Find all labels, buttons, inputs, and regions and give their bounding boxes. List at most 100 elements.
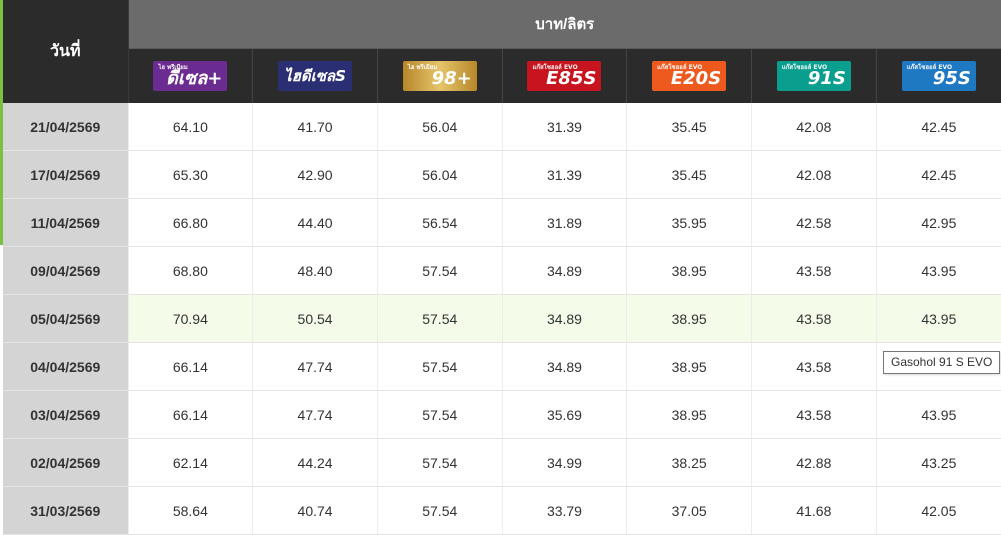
price-cell[interactable]: 42.08 bbox=[751, 150, 877, 199]
hi-premium-diesel-plus-logo-icon: ไฮ พรีเมียม ดีเซล+ bbox=[153, 61, 228, 91]
price-cell[interactable]: 38.25 bbox=[626, 438, 752, 487]
price-cell[interactable]: 33.79 bbox=[501, 486, 627, 535]
badge-big-text: 91S bbox=[807, 68, 846, 89]
price-cell[interactable]: 41.68 bbox=[751, 486, 877, 535]
price-cell[interactable]: 42.88 bbox=[751, 438, 877, 487]
badge-big-text: ดีเซล+ bbox=[166, 68, 223, 89]
price-cell[interactable]: 31.39 bbox=[501, 103, 627, 151]
price-cell[interactable]: 57.54 bbox=[376, 390, 503, 439]
price-cell[interactable]: 43.25 bbox=[875, 438, 1001, 487]
price-cell[interactable]: 57.54 bbox=[376, 294, 503, 343]
table-row: 11/04/2569 66.80 44.40 56.54 31.89 35.95 42.58… bbox=[3, 198, 1001, 247]
price-cell[interactable]: 35.45 bbox=[626, 150, 752, 199]
product-header-4: แก๊สโซฮอล์ EVO E20S bbox=[626, 48, 752, 103]
price-cell[interactable]: 34.99 bbox=[501, 438, 627, 487]
price-cell[interactable]: 50.54 bbox=[252, 294, 378, 343]
price-cell[interactable]: 42.58 bbox=[751, 198, 877, 247]
price-cell[interactable]: 56.04 bbox=[376, 150, 503, 199]
price-cell[interactable]: 35.69 bbox=[501, 390, 627, 439]
price-cell[interactable]: 57.54 bbox=[376, 486, 503, 535]
price-cell[interactable]: 43.95 bbox=[875, 246, 1001, 295]
price-cell[interactable]: 47.74 bbox=[252, 390, 378, 439]
gasohol-95-s-evo-logo-icon: แก๊สโซฮอล์ EVO 95S bbox=[901, 61, 976, 91]
price-cell[interactable]: 42.08 bbox=[751, 103, 877, 151]
product-header-6: แก๊สโซฮอล์ EVO 95S bbox=[875, 48, 1001, 103]
price-cell[interactable]: 34.89 bbox=[501, 294, 627, 343]
price-cell[interactable]: 43.58 bbox=[751, 342, 877, 391]
price-cell[interactable]: 41.70 bbox=[252, 103, 378, 151]
product-header-5: แก๊สโซฮอล์ EVO 91S bbox=[751, 48, 877, 103]
product-header-2: ไฮ พรีเมียม 98+ bbox=[376, 48, 503, 103]
row-date: 21/04/2569 bbox=[3, 103, 128, 151]
price-cell[interactable]: 35.45 bbox=[626, 103, 752, 151]
row-date: 31/03/2569 bbox=[3, 486, 128, 535]
date-column-header: วันที่ bbox=[3, 0, 129, 103]
price-cell[interactable]: 35.95 bbox=[626, 198, 752, 247]
price-cell[interactable]: 38.95 bbox=[626, 342, 752, 391]
price-cell[interactable]: 62.14 bbox=[127, 438, 253, 487]
price-cell[interactable]: 42.45 bbox=[875, 150, 1001, 199]
table-row: 03/04/2569 66.14 47.74 57.54 35.69 38.95 43.58… bbox=[3, 390, 1001, 439]
price-cell[interactable]: 58.64 bbox=[127, 486, 253, 535]
price-cell[interactable]: 43.95 bbox=[875, 294, 1001, 343]
price-cell[interactable]: 43.58 bbox=[751, 294, 877, 343]
price-cell[interactable]: 47.74 bbox=[252, 342, 378, 391]
hi-premium-98-plus-logo-icon: ไฮ พรีเมียม 98+ bbox=[402, 61, 477, 91]
hi-diesel-s-logo-icon: ไฮดีเซลS bbox=[278, 61, 353, 91]
table-row: 02/04/2569 62.14 44.24 57.54 34.99 38.25 42.88… bbox=[3, 438, 1001, 487]
price-cell[interactable]: 38.95 bbox=[626, 294, 752, 343]
price-cell[interactable]: 56.04 bbox=[376, 103, 503, 151]
price-cell[interactable]: 66.80 bbox=[127, 198, 253, 247]
badge-big-text: E85S bbox=[546, 68, 597, 89]
badge-big-text: 98+ bbox=[431, 68, 472, 89]
table-row: 04/04/2569 66.14 47.74 57.54 34.89 38.95 43.58 bbox=[3, 342, 1001, 391]
price-cell[interactable]: 34.89 bbox=[501, 342, 627, 391]
price-cell[interactable]: 42.45 bbox=[875, 103, 1001, 151]
product-header-1: ไฮดีเซลS bbox=[252, 48, 378, 103]
row-date: 04/04/2569 bbox=[3, 342, 128, 391]
row-date: 03/04/2569 bbox=[3, 390, 128, 439]
gasohol-e20-s-evo-logo-icon: แก๊สโซฮอล์ EVO E20S bbox=[652, 61, 727, 91]
table-row: 17/04/2569 65.30 42.90 56.04 31.39 35.45 42.08… bbox=[3, 150, 1001, 199]
price-cell[interactable]: 42.90 bbox=[252, 150, 378, 199]
table-row: 31/03/2569 58.64 40.74 57.54 33.79 37.05 41.68… bbox=[3, 486, 1001, 535]
badge-big-text: E20S bbox=[670, 68, 722, 89]
price-cell[interactable]: 43.58 bbox=[751, 246, 877, 295]
price-cell[interactable]: 64.10 bbox=[127, 103, 253, 151]
price-cell[interactable]: 70.94 bbox=[127, 294, 253, 343]
price-cell[interactable]: 31.39 bbox=[501, 150, 627, 199]
price-cell[interactable]: 44.40 bbox=[252, 198, 378, 247]
gasohol-91-s-evo-logo-icon: แก๊สโซฮอล์ EVO 91S bbox=[776, 61, 851, 91]
price-cell[interactable]: 57.54 bbox=[376, 246, 503, 295]
price-cell[interactable]: 43.58 bbox=[751, 390, 877, 439]
price-cell[interactable]: 68.80 bbox=[127, 246, 253, 295]
row-date: 11/04/2569 bbox=[3, 198, 128, 247]
price-cell[interactable]: 40.74 bbox=[252, 486, 378, 535]
price-cell[interactable]: 37.05 bbox=[626, 486, 752, 535]
price-cell[interactable]: 65.30 bbox=[127, 150, 253, 199]
badge-big-text: 95S bbox=[932, 68, 971, 89]
price-cell[interactable]: 56.54 bbox=[376, 198, 503, 247]
price-cell[interactable]: 48.40 bbox=[252, 246, 378, 295]
price-cell[interactable]: 43.95 bbox=[875, 390, 1001, 439]
price-cell[interactable]: 38.95 bbox=[626, 390, 752, 439]
price-cell[interactable]: 66.14 bbox=[127, 342, 253, 391]
table-row: 05/04/2569 70.94 50.54 57.54 34.89 38.95 43.58… bbox=[3, 294, 1001, 343]
price-cell[interactable]: 66.14 bbox=[127, 390, 253, 439]
unit-header: บาท/ลิตร bbox=[128, 0, 1001, 49]
price-cell[interactable]: 44.24 bbox=[252, 438, 378, 487]
row-date: 17/04/2569 bbox=[3, 150, 128, 199]
price-cell[interactable]: 57.54 bbox=[376, 438, 503, 487]
price-cell[interactable]: 38.95 bbox=[626, 246, 752, 295]
price-cell[interactable]: 34.89 bbox=[501, 246, 627, 295]
price-cell[interactable]: 42.95 bbox=[875, 198, 1001, 247]
fuel-price-table: วันที่ บาท/ลิตร ไฮ พรีเมียม ดีเซล+ ไฮดีเ… bbox=[3, 0, 1001, 535]
price-cell[interactable]: 31.89 bbox=[501, 198, 627, 247]
gasohol-e85-s-evo-logo-icon: แก๊สโซฮอล์ EVO E85S bbox=[527, 61, 602, 91]
product-tooltip: Gasohol 91 S EVO bbox=[883, 351, 1001, 374]
row-date: 09/04/2569 bbox=[3, 246, 128, 295]
price-cell[interactable]: 57.54 bbox=[376, 342, 503, 391]
product-header-0: ไฮ พรีเมียม ดีเซล+ bbox=[127, 48, 253, 103]
badge-mid-text: ไฮดีเซลS bbox=[284, 67, 346, 85]
price-cell[interactable]: 42.05 bbox=[875, 486, 1001, 535]
